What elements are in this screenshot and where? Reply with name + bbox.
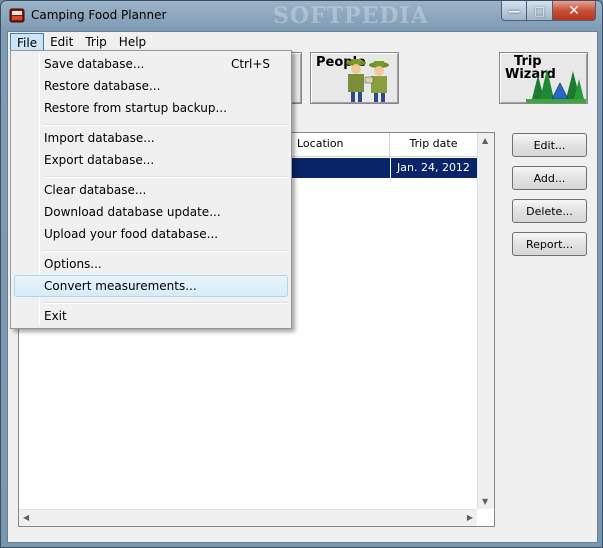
people-button[interactable]: People	[310, 52, 399, 104]
menu-save-database[interactable]: Save database... Ctrl+S	[14, 53, 288, 75]
watermark: SOFTPEDIA	[273, 3, 429, 29]
row-trip-date: Jan. 24, 2012	[397, 161, 470, 174]
menu-trip[interactable]: Trip	[79, 33, 112, 51]
menu-item-label: Save database...	[44, 57, 145, 71]
menu-separator	[43, 124, 288, 126]
vertical-scrollbar[interactable]: ▲ ▼	[477, 133, 494, 509]
menu-convert-measurements[interactable]: Convert measurements...	[14, 275, 288, 297]
scroll-left-icon[interactable]: ◀	[23, 513, 29, 522]
menu-item-label: Download database update...	[44, 205, 221, 219]
menu-options[interactable]: Options...	[14, 253, 288, 275]
menu-exit[interactable]: Exit	[14, 305, 288, 327]
menu-restore-database[interactable]: Restore database...	[14, 75, 288, 97]
menu-item-label: Restore database...	[44, 79, 161, 93]
delete-button[interactable]: Delete...	[512, 199, 587, 223]
menu-import-database[interactable]: Import database...	[14, 127, 288, 149]
menu-file[interactable]: File	[10, 33, 45, 51]
title-bar[interactable]: Camping Food Planner SOFTPEDIA — □ ✕	[1, 1, 602, 31]
menu-separator	[43, 250, 288, 252]
menu-separator	[43, 302, 288, 304]
maximize-icon: □	[533, 3, 546, 18]
app-window: Camping Food Planner SOFTPEDIA — □ ✕ Fil…	[0, 0, 603, 548]
scroll-down-icon[interactable]: ▼	[482, 497, 488, 506]
report-button[interactable]: Report...	[512, 232, 587, 256]
minimize-icon: —	[508, 3, 520, 18]
menu-item-label: Export database...	[44, 153, 155, 167]
menu-item-shortcut: Ctrl+S	[230, 57, 270, 71]
edit-button[interactable]: Edit...	[512, 133, 587, 157]
trip-wizard-button[interactable]: Trip Wizard	[499, 52, 588, 104]
campsite-icon	[526, 69, 586, 103]
menu-item-label: Convert measurements...	[44, 279, 197, 293]
close-icon: ✕	[568, 2, 580, 19]
menu-item-label: Restore from startup backup...	[44, 101, 227, 115]
menu-help[interactable]: Help	[113, 33, 152, 51]
menu-item-label: Clear database...	[44, 183, 147, 197]
column-header-trip-date[interactable]: Trip date	[390, 133, 478, 157]
menu-item-label: Upload your food database...	[44, 227, 219, 241]
maximize-button[interactable]: □	[527, 1, 553, 21]
menu-edit[interactable]: Edit	[44, 33, 79, 51]
menu-item-label: Import database...	[44, 131, 155, 145]
close-button[interactable]: ✕	[553, 1, 596, 21]
add-button[interactable]: Add...	[512, 166, 587, 190]
menu-export-database[interactable]: Export database...	[14, 149, 288, 171]
people-icon	[346, 59, 389, 102]
horizontal-scrollbar[interactable]: ◀ ▶	[19, 509, 477, 526]
scroll-up-icon[interactable]: ▲	[482, 136, 488, 145]
menu-item-label: Options...	[44, 257, 102, 271]
caption-buttons: — □ ✕	[501, 1, 596, 21]
menu-item-label: Exit	[44, 309, 67, 323]
menu-separator	[43, 176, 288, 178]
menu-upload-food-database[interactable]: Upload your food database...	[14, 223, 288, 245]
file-menu-dropdown: Save database... Ctrl+S Restore database…	[10, 50, 292, 329]
column-header-location[interactable]: Location	[291, 133, 390, 157]
menu-download-update[interactable]: Download database update...	[14, 201, 288, 223]
row-divider	[390, 158, 391, 178]
menu-clear-database[interactable]: Clear database...	[14, 179, 288, 201]
scroll-right-icon[interactable]: ▶	[467, 513, 473, 522]
menu-restore-startup-backup[interactable]: Restore from startup backup...	[14, 97, 288, 119]
minimize-button[interactable]: —	[501, 1, 527, 21]
menu-bar: File Edit Trip Help	[8, 32, 597, 52]
window-title: Camping Food Planner	[31, 8, 167, 22]
app-icon	[9, 8, 25, 23]
